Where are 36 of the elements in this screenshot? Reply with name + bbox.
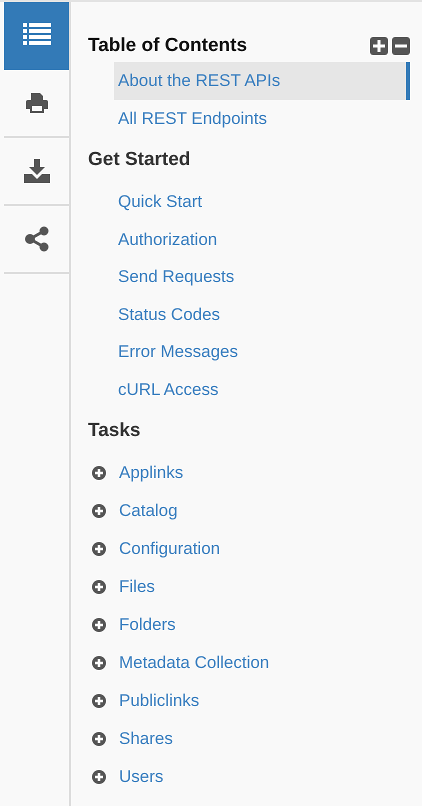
toc-link[interactable]: Catalog <box>119 498 178 524</box>
plus-circle-icon[interactable] <box>92 618 106 632</box>
toc-title: Table of Contents <box>88 34 248 58</box>
plus-circle-icon[interactable] <box>92 656 106 670</box>
toc-link[interactable]: About the REST APIs <box>114 62 410 100</box>
plus-square-icon[interactable] <box>370 37 388 55</box>
share-icon <box>24 226 48 252</box>
toc-link[interactable]: Users <box>119 764 164 790</box>
toc-link[interactable]: cURL Access <box>114 370 410 408</box>
plus-circle-icon[interactable] <box>92 504 106 518</box>
plus-circle-icon[interactable] <box>92 770 106 784</box>
toc-link[interactable]: Publiclinks <box>119 688 200 714</box>
toc-link[interactable]: Status Codes <box>114 296 410 333</box>
section-heading: Get Started <box>88 148 190 172</box>
toc-link[interactable]: Applinks <box>119 460 184 486</box>
plus-circle-icon[interactable] <box>92 694 106 708</box>
toc-link[interactable]: Authorization <box>114 220 410 258</box>
toc-link[interactable]: All REST Endpoints <box>114 100 410 137</box>
plus-circle-icon[interactable] <box>92 466 106 480</box>
list-icon <box>22 23 50 47</box>
printer-icon <box>24 91 48 115</box>
toc-link[interactable]: Files <box>119 574 155 600</box>
plus-circle-icon[interactable] <box>92 580 106 594</box>
sidebar-tab[interactable] <box>4 2 69 70</box>
section-heading: Tasks <box>88 418 140 443</box>
download-icon <box>24 159 50 183</box>
plus-circle-icon[interactable] <box>92 732 106 746</box>
toc-link[interactable]: Metadata Collection <box>119 650 270 676</box>
toc-link[interactable]: Send Requests <box>114 258 410 296</box>
toc-link[interactable]: Shares <box>119 726 173 752</box>
toc-link[interactable]: Configuration <box>119 536 220 562</box>
toc-link[interactable]: Folders <box>119 612 176 638</box>
plus-circle-icon[interactable] <box>92 542 106 556</box>
minus-square-icon[interactable] <box>392 37 410 55</box>
toc-link[interactable]: Quick Start <box>114 183 410 220</box>
toc-link[interactable]: Error Messages <box>114 333 410 370</box>
